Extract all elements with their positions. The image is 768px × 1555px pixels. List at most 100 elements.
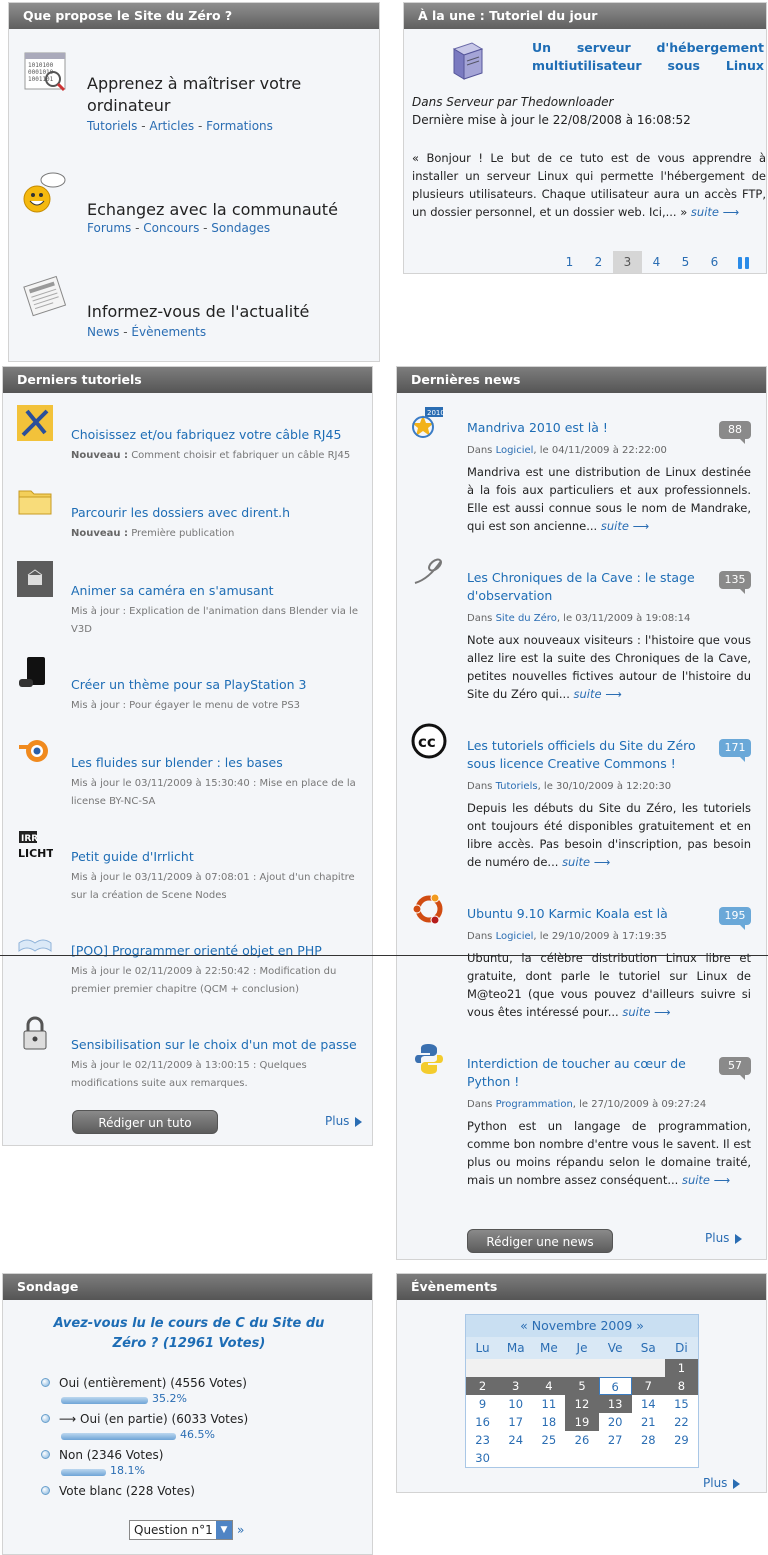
calendar-day[interactable]: 27 (599, 1431, 632, 1449)
news-title[interactable]: Mandriva 2010 est là ! (467, 419, 697, 437)
events-more-link[interactable]: Plus (703, 1476, 741, 1490)
calendar-day[interactable]: 28 (632, 1431, 665, 1449)
page-4[interactable]: 4 (642, 251, 671, 273)
calendar-day[interactable]: 8 (664, 1377, 698, 1395)
calendar-day[interactable]: 16 (466, 1413, 499, 1431)
comment-count-badge[interactable]: 171 (719, 739, 751, 762)
ubuntu-icon (412, 893, 443, 925)
news-title[interactable]: Ubuntu 9.10 Karmic Koala est là (467, 905, 697, 923)
calendar-day[interactable]: 11 (532, 1395, 565, 1413)
page-6[interactable]: 6 (700, 251, 729, 273)
comment-count-badge[interactable]: 57 (719, 1057, 751, 1080)
calendar-day[interactable]: 29 (665, 1431, 698, 1449)
calendar-day[interactable]: 21 (632, 1413, 665, 1431)
radio-bullet-icon[interactable] (41, 1414, 50, 1423)
calendar-day[interactable]: 18 (532, 1413, 565, 1431)
calendar-day[interactable]: 13 (598, 1395, 632, 1413)
calendar: « Novembre 2009 » Lu Ma Me Je Ve Sa Di 1… (465, 1314, 699, 1468)
calendar-day[interactable]: 30 (466, 1449, 499, 1467)
tutorial-title[interactable]: Créer un thème pour sa PlayStation 3 (71, 677, 306, 692)
page-5[interactable]: 5 (671, 251, 700, 273)
poll-next-link[interactable]: » (237, 1523, 244, 1537)
write-tutorial-button[interactable]: Rédiger un tuto (72, 1110, 218, 1134)
link-sondages[interactable]: Sondages (211, 221, 270, 235)
calendar-day-today[interactable]: 6 (598, 1377, 632, 1395)
calendar-day[interactable]: 3 (499, 1377, 533, 1395)
link-articles[interactable]: Articles (149, 119, 194, 133)
tod-more-link[interactable]: suite ⟶ (691, 205, 739, 219)
link-evenements[interactable]: Évènements (131, 325, 206, 339)
calendar-day[interactable]: 19 (565, 1413, 599, 1431)
binary-document-icon: 1010100 0001010 1001101 (24, 52, 66, 92)
comment-count-badge[interactable]: 88 (719, 421, 751, 444)
tutorial-subtitle: Mis à jour : Explication de l'animation … (71, 606, 358, 635)
tutorial-title[interactable]: Petit guide d'Irrlicht (71, 849, 194, 864)
day-name: Me (532, 1337, 566, 1359)
link-tutoriels[interactable]: Tutoriels (87, 119, 137, 133)
calendar-day[interactable]: 17 (499, 1413, 532, 1431)
comment-count-badge[interactable]: 135 (719, 571, 751, 594)
news-item: Les Chroniques de la Cave : le stage d'o… (411, 555, 755, 715)
tod-title-link[interactable]: Un serveur d'hébergement multiutilisateu… (532, 39, 764, 75)
comment-count-badge[interactable]: 195 (719, 907, 751, 930)
calendar-day[interactable]: 22 (665, 1413, 698, 1431)
calendar-day[interactable]: 7 (631, 1377, 665, 1395)
calendar-day[interactable]: 5 (565, 1377, 599, 1395)
radio-bullet-icon[interactable] (41, 1486, 50, 1495)
radio-bullet-icon[interactable] (41, 1450, 50, 1459)
news-more-link[interactable]: suite ⟶ (622, 1005, 670, 1019)
server-icon (452, 42, 484, 80)
tutorial-title[interactable]: Sensibilisation sur le choix d'un mot de… (71, 1037, 357, 1052)
calendar-day[interactable]: 26 (565, 1431, 598, 1449)
day-name: Sa (631, 1337, 665, 1359)
poll-bar (61, 1433, 176, 1440)
book-icon (18, 939, 52, 952)
news-more-link[interactable]: suite ⟶ (574, 687, 622, 701)
calendar-empty-cell (631, 1359, 665, 1377)
camera-icon (17, 561, 53, 597)
news-meta: Dans Logiciel, le 29/10/2009 à 17:19:35 (467, 931, 667, 942)
news-title[interactable]: Les Chroniques de la Cave : le stage d'o… (467, 569, 697, 605)
calendar-day[interactable]: 15 (665, 1395, 698, 1413)
tutorial-title[interactable]: Choisissez et/ou fabriquez votre câble R… (71, 427, 341, 442)
link-formations[interactable]: Formations (206, 119, 273, 133)
tutorial-title[interactable]: Les fluides sur blender : les bases (71, 755, 283, 770)
news-title[interactable]: Les tutoriels officiels du Site du Zéro … (467, 737, 697, 773)
calendar-day[interactable]: 14 (632, 1395, 665, 1413)
news-more-link-bottom[interactable]: Plus (705, 1231, 743, 1245)
write-news-button[interactable]: Rédiger une news (467, 1229, 613, 1253)
news-more-link[interactable]: suite ⟶ (562, 855, 610, 869)
calendar-month-nav[interactable]: « Novembre 2009 » (466, 1315, 698, 1337)
tutorial-title[interactable]: Parcourir les dossiers avec dirent.h (71, 505, 290, 520)
calendar-day[interactable]: 23 (466, 1431, 499, 1449)
link-news[interactable]: News (87, 325, 119, 339)
calendar-day[interactable]: 24 (499, 1431, 532, 1449)
calendar-day[interactable]: 1 (664, 1359, 698, 1377)
link-forums[interactable]: Forums (87, 221, 131, 235)
news-more-link[interactable]: suite ⟶ (601, 519, 649, 533)
tutorials-more-link[interactable]: Plus (325, 1114, 363, 1128)
tutorials-panel: Derniers tutoriels Choisissez et/ou fabr… (2, 366, 373, 1146)
news-more-link[interactable]: suite ⟶ (682, 1173, 730, 1187)
calendar-day[interactable]: 25 (532, 1431, 565, 1449)
calendar-empty-cell (565, 1449, 598, 1467)
news-title[interactable]: Interdiction de toucher au cœur de Pytho… (467, 1055, 697, 1091)
calendar-day[interactable]: 12 (565, 1395, 599, 1413)
pause-icon[interactable] (729, 251, 758, 273)
tutorial-title[interactable]: Animer sa caméra en s'amusant (71, 583, 274, 598)
chevron-down-icon[interactable]: ▼ (216, 1521, 232, 1539)
calendar-day[interactable]: 4 (532, 1377, 566, 1395)
page-3[interactable]: 3 (613, 251, 642, 273)
page-1[interactable]: 1 (555, 251, 584, 273)
day-name: Je (565, 1337, 599, 1359)
radio-bullet-icon[interactable] (41, 1378, 50, 1387)
calendar-day[interactable]: 9 (466, 1395, 499, 1413)
page-2[interactable]: 2 (584, 251, 613, 273)
calendar-day[interactable]: 2 (466, 1377, 500, 1395)
link-concours[interactable]: Concours (143, 221, 199, 235)
calendar-day[interactable]: 10 (499, 1395, 532, 1413)
arrow-right-icon (735, 1233, 743, 1244)
calendar-day[interactable]: 20 (599, 1413, 632, 1431)
question-select[interactable]: Question n°1 ▼ (129, 1520, 233, 1540)
poll-panel: Sondage Avez-vous lu le cours de C du Si… (2, 1273, 373, 1555)
